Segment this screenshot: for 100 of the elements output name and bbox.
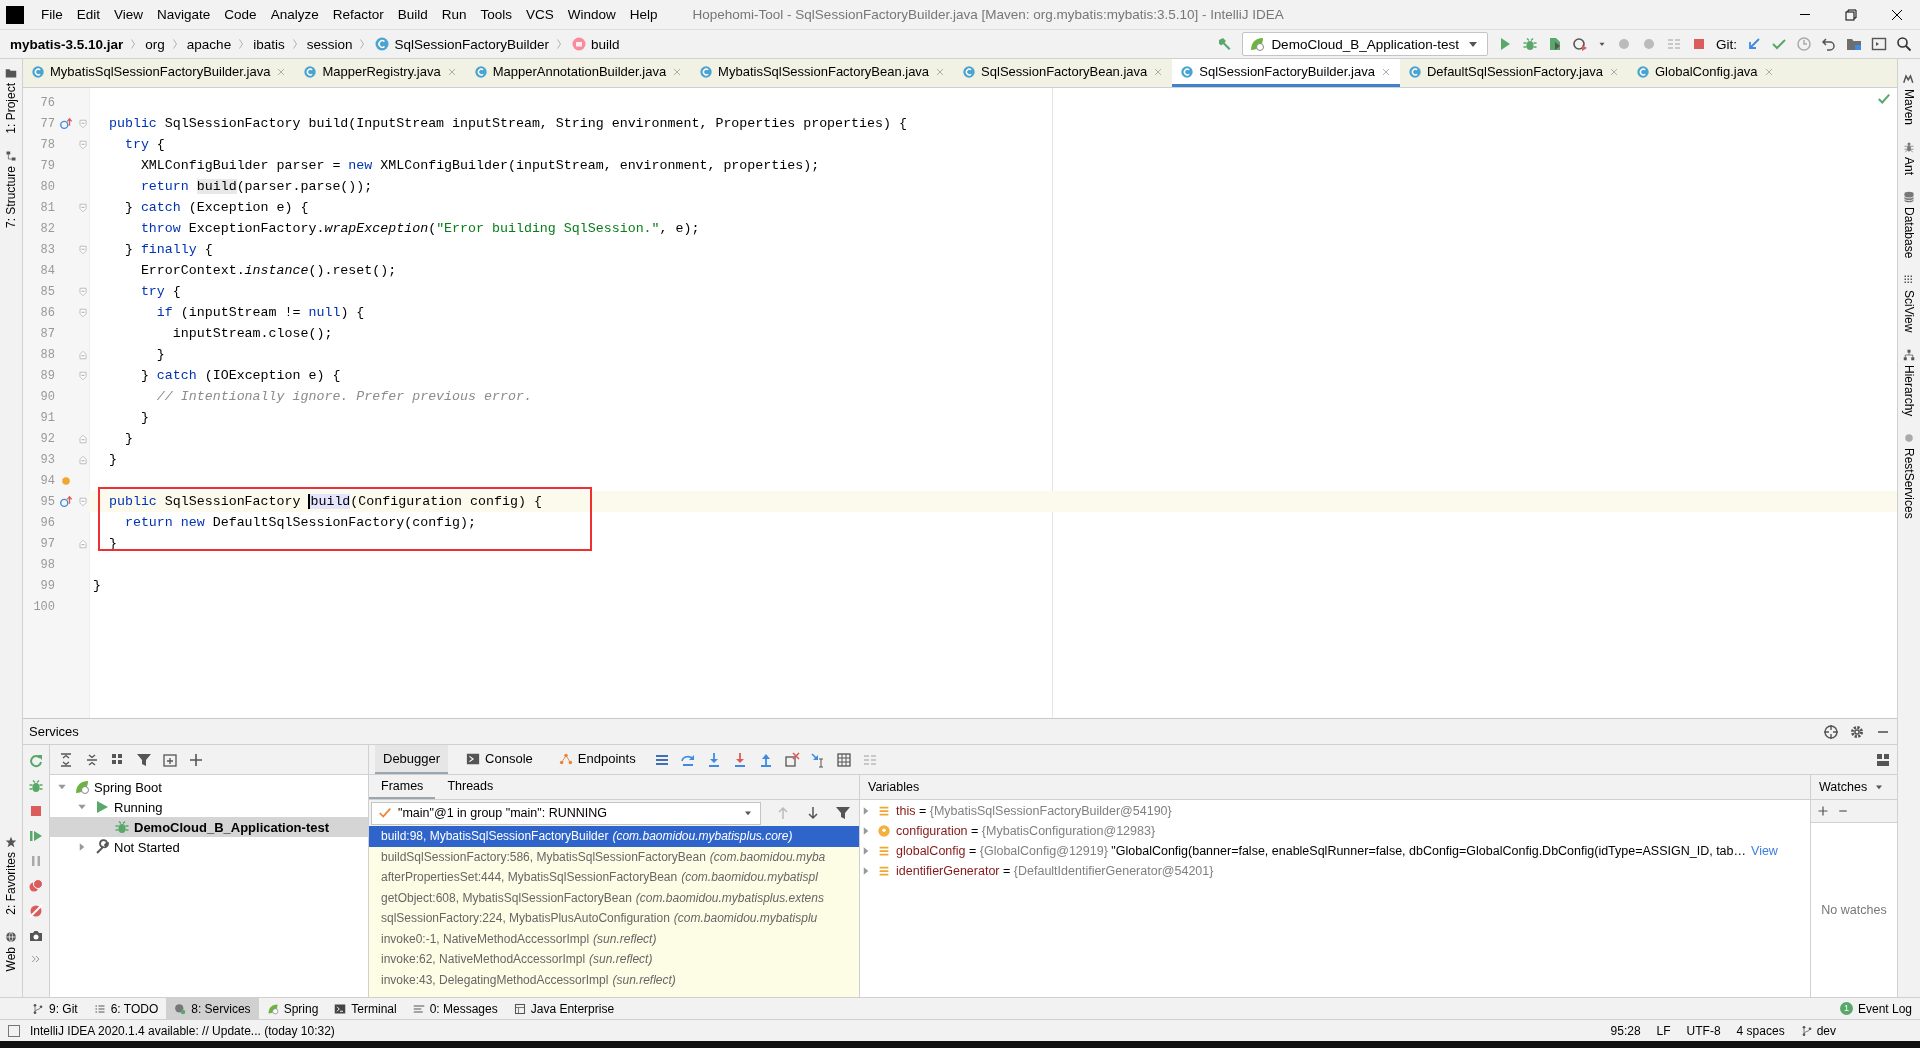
- run-config-dropdown[interactable]: DemoCloud_B_Application-test: [1242, 32, 1488, 56]
- tool-window-tab[interactable]: Database: [1902, 183, 1916, 267]
- tool-window-button[interactable]: 9: Git: [24, 998, 86, 1019]
- run-to-cursor-icon[interactable]: [809, 751, 826, 768]
- stack-frame[interactable]: build:98, MybatisSqlSessionFactoryBuilder (com.baomidou.mybatisplus.core): [369, 826, 859, 847]
- profiler-icon[interactable]: [1572, 36, 1588, 52]
- breadcrumb[interactable]: SqlSessionFactoryBuilder: [368, 36, 553, 52]
- implements-icon[interactable]: [59, 494, 73, 509]
- menu-item[interactable]: Navigate: [150, 7, 218, 22]
- bulb-icon[interactable]: [60, 474, 72, 487]
- editor-tab[interactable]: SqlSessionFactoryBean.java: [954, 59, 1173, 87]
- menu-item[interactable]: Analyze: [263, 7, 326, 22]
- coverage-icon[interactable]: [1547, 36, 1563, 52]
- menu-item[interactable]: Run: [434, 7, 474, 22]
- breakpoints-icon[interactable]: [28, 878, 44, 894]
- hammer-icon[interactable]: [1217, 36, 1234, 52]
- menu-item[interactable]: Build: [390, 7, 435, 22]
- stack-frame[interactable]: afterPropertiesSet:444, MybatisSqlSessionFactoryBean (com.baomidou.mybatispl: [369, 867, 859, 888]
- window-icon[interactable]: [1871, 36, 1887, 52]
- camera-icon[interactable]: [28, 928, 44, 944]
- breadcrumb[interactable]: org: [139, 36, 169, 52]
- add-icon[interactable]: [1817, 805, 1829, 817]
- fold-marker-icon[interactable]: [77, 495, 89, 508]
- status-toggle-icon[interactable]: [8, 1024, 20, 1037]
- frames-tab[interactable]: Frames: [369, 775, 436, 799]
- breadcrumb[interactable]: session: [300, 36, 357, 52]
- tool-window-tab[interactable]: Hierarchy: [1902, 340, 1916, 425]
- stack-frame[interactable]: sqlSessionFactory:224, MybatisPlusAutoConfiguration (com.baomidou.mybatisplu: [369, 908, 859, 929]
- stop-icon[interactable]: [1691, 36, 1707, 52]
- menu-item[interactable]: Tools: [473, 7, 519, 22]
- menu-item[interactable]: View: [107, 7, 151, 22]
- fold-marker-icon[interactable]: [77, 201, 89, 214]
- event-log-button[interactable]: 1 Event Log: [1831, 998, 1920, 1019]
- breadcrumb[interactable]: ibatis: [247, 36, 289, 52]
- fold-marker-icon[interactable]: [77, 348, 89, 361]
- breadcrumb[interactable]: mybatis-3.5.10.jar: [0, 36, 128, 52]
- stack-frame[interactable]: invoke:43, DelegatingMethodAccessorImpl (sun.reflect): [369, 969, 859, 990]
- filter-icon[interactable]: [835, 805, 851, 821]
- tool-window-tab[interactable]: RestServices: [1902, 424, 1916, 527]
- rerun-icon[interactable]: [28, 753, 44, 769]
- fold-marker-icon[interactable]: [77, 117, 89, 130]
- tool-window-button[interactable]: 8: Services: [166, 998, 259, 1019]
- expand-all-icon[interactable]: [58, 751, 74, 768]
- frames-tab[interactable]: Threads: [435, 775, 506, 799]
- stop-icon[interactable]: [28, 803, 44, 819]
- menu-item[interactable]: Edit: [69, 7, 108, 22]
- history-clock-icon[interactable]: [1796, 36, 1812, 52]
- variable-entry[interactable]: configuration = {MybatisConfiguration@12983}: [896, 824, 1156, 838]
- more-icon[interactable]: [30, 953, 42, 965]
- debugger-tab[interactable]: Debugger: [375, 745, 449, 774]
- update-arrow-icon[interactable]: [1746, 36, 1762, 52]
- tree-item[interactable]: DemoCloud_B_Application-test: [50, 817, 368, 837]
- editor-tab[interactable]: MybatisSqlSessionFactoryBuilder.java: [23, 59, 296, 87]
- tool-window-tab[interactable]: 1: Project: [4, 59, 18, 142]
- indent-setting[interactable]: 4 spaces: [1736, 1023, 1785, 1038]
- fold-marker-icon[interactable]: [77, 285, 89, 298]
- target-icon[interactable]: [1823, 723, 1839, 740]
- fold-marker-icon[interactable]: [77, 432, 89, 445]
- editor-tab[interactable]: MybatisSqlSessionFactoryBean.java: [691, 59, 955, 87]
- commit-check-icon[interactable]: [1771, 36, 1787, 52]
- filter-icon[interactable]: [136, 751, 152, 768]
- stack-frame[interactable]: invoke:62, NativeMethodAccessorImpl (sun.reflect): [369, 949, 859, 970]
- layout-icon[interactable]: [1875, 751, 1891, 768]
- editor-tab[interactable]: GlobalConfig.java: [1628, 59, 1783, 87]
- tool-window-button[interactable]: Spring: [258, 998, 327, 1019]
- fold-marker-icon[interactable]: [77, 453, 89, 466]
- variable-entry[interactable]: this = {MybatisSqlSessionFactoryBuilder@54190}: [896, 804, 1172, 818]
- down-icon[interactable]: [805, 805, 821, 821]
- menu-item[interactable]: VCS: [519, 7, 561, 22]
- tool-window-tab[interactable]: Web: [4, 922, 18, 979]
- stack-frame[interactable]: invoke0:-1, NativeMethodAccessorImpl (sun.reflect): [369, 928, 859, 949]
- menu-item[interactable]: Window: [560, 7, 623, 22]
- fold-marker-icon[interactable]: [77, 537, 89, 550]
- editor-tab[interactable]: SqlSessionFactoryBuilder.java: [1172, 59, 1400, 87]
- debugger-tab[interactable]: Console: [458, 745, 541, 774]
- breadcrumb[interactable]: apache: [180, 36, 236, 52]
- search-icon[interactable]: [1896, 36, 1912, 52]
- settings-icon[interactable]: [1849, 723, 1865, 740]
- undo-icon[interactable]: [1821, 36, 1837, 52]
- tool-window-tab[interactable]: SciView: [1902, 266, 1916, 341]
- tool-window-button[interactable]: Java Enterprise: [505, 998, 623, 1019]
- git-branch[interactable]: dev: [1816, 1023, 1836, 1038]
- editor-tab[interactable]: DefaultSqlSessionFactory.java: [1399, 59, 1628, 87]
- editor-tab[interactable]: MapperRegistry.java: [295, 59, 466, 87]
- debugger-tab[interactable]: Endpoints: [550, 745, 644, 774]
- caret-position[interactable]: 95:28: [1610, 1023, 1641, 1038]
- add-icon[interactable]: [188, 751, 204, 768]
- variable-entry[interactable]: identifierGenerator = {DefaultIdentifierGenerator@54201}: [896, 864, 1214, 878]
- view-link[interactable]: View: [1751, 844, 1778, 858]
- tool-window-tab[interactable]: Ant: [1902, 133, 1916, 184]
- bug-icon[interactable]: [28, 778, 44, 794]
- resume-icon[interactable]: [28, 828, 44, 844]
- tree-item[interactable]: Spring Boot: [50, 777, 368, 797]
- tool-window-tab[interactable]: 7: Structure: [4, 141, 18, 236]
- menu-item[interactable]: File: [34, 7, 70, 22]
- tool-window-button[interactable]: Terminal: [326, 998, 405, 1019]
- breadcrumb[interactable]: build: [565, 36, 624, 52]
- fold-marker-icon[interactable]: [77, 138, 89, 151]
- menu-item[interactable]: Help: [622, 7, 665, 22]
- implements-icon[interactable]: [59, 116, 73, 131]
